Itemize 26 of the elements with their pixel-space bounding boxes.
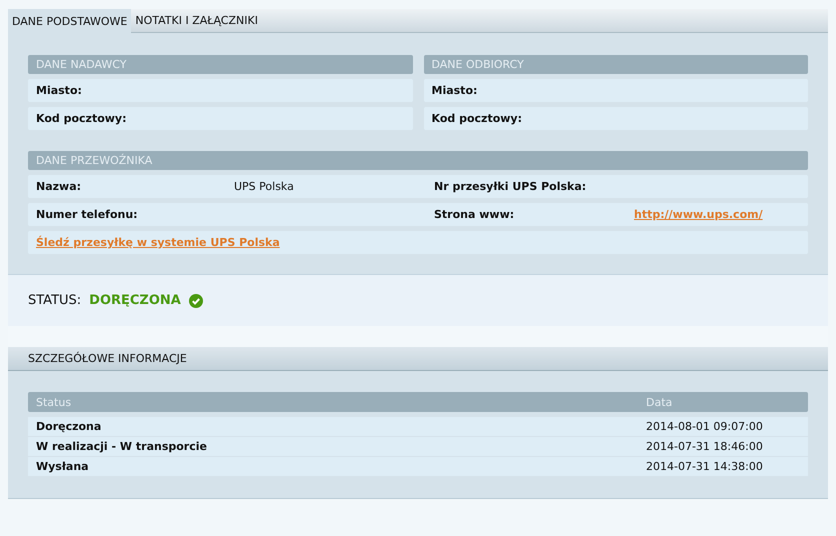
field-label: Nazwa:: [36, 180, 82, 193]
section-header: DANE NADAWCY: [28, 55, 412, 74]
status-value: DORĘCZONA: [89, 293, 181, 308]
column-header: Data: [646, 396, 674, 408]
field-label: Kod pocztowy:: [36, 112, 128, 125]
field-label: Nr przesyłki UPS Polska:: [434, 180, 588, 193]
field-label: Kod pocztowy:: [432, 112, 523, 125]
field-label: Miasto:: [432, 84, 478, 97]
tab[interactable]: DANE PODSTAWOWE: [8, 9, 132, 33]
column-header: Status: [36, 396, 72, 408]
section-header: DANE PRZEWOŹNIKA: [28, 151, 808, 170]
field-label: Numer telefonu:: [36, 208, 139, 221]
table-cell-text: Wysłana: [36, 460, 90, 473]
table-cell-text: W realizacji - W transporcie: [36, 440, 208, 453]
field-value: UPS Polska: [234, 180, 294, 193]
field-label: Miasto:: [36, 84, 83, 97]
table-cell-text: 2014-08-01 09:07:00: [646, 420, 764, 433]
check-icon: [188, 294, 203, 308]
field-label: Strona www:: [434, 208, 516, 221]
section-header: DANE ODBIORCY: [424, 55, 808, 74]
status-label: STATUS:: [28, 293, 82, 308]
table-cell-text: 2014-07-31 14:38:00: [646, 460, 764, 473]
table-cell-text: 2014-07-31 18:46:00: [646, 440, 764, 453]
table-cell-text: Doręczona: [36, 420, 102, 433]
tab[interactable]: NOTATKI I ZAŁĄCZNIKI: [131, 9, 262, 32]
section-title: SZCZEGÓŁOWE INFORMACJE: [8, 347, 828, 371]
